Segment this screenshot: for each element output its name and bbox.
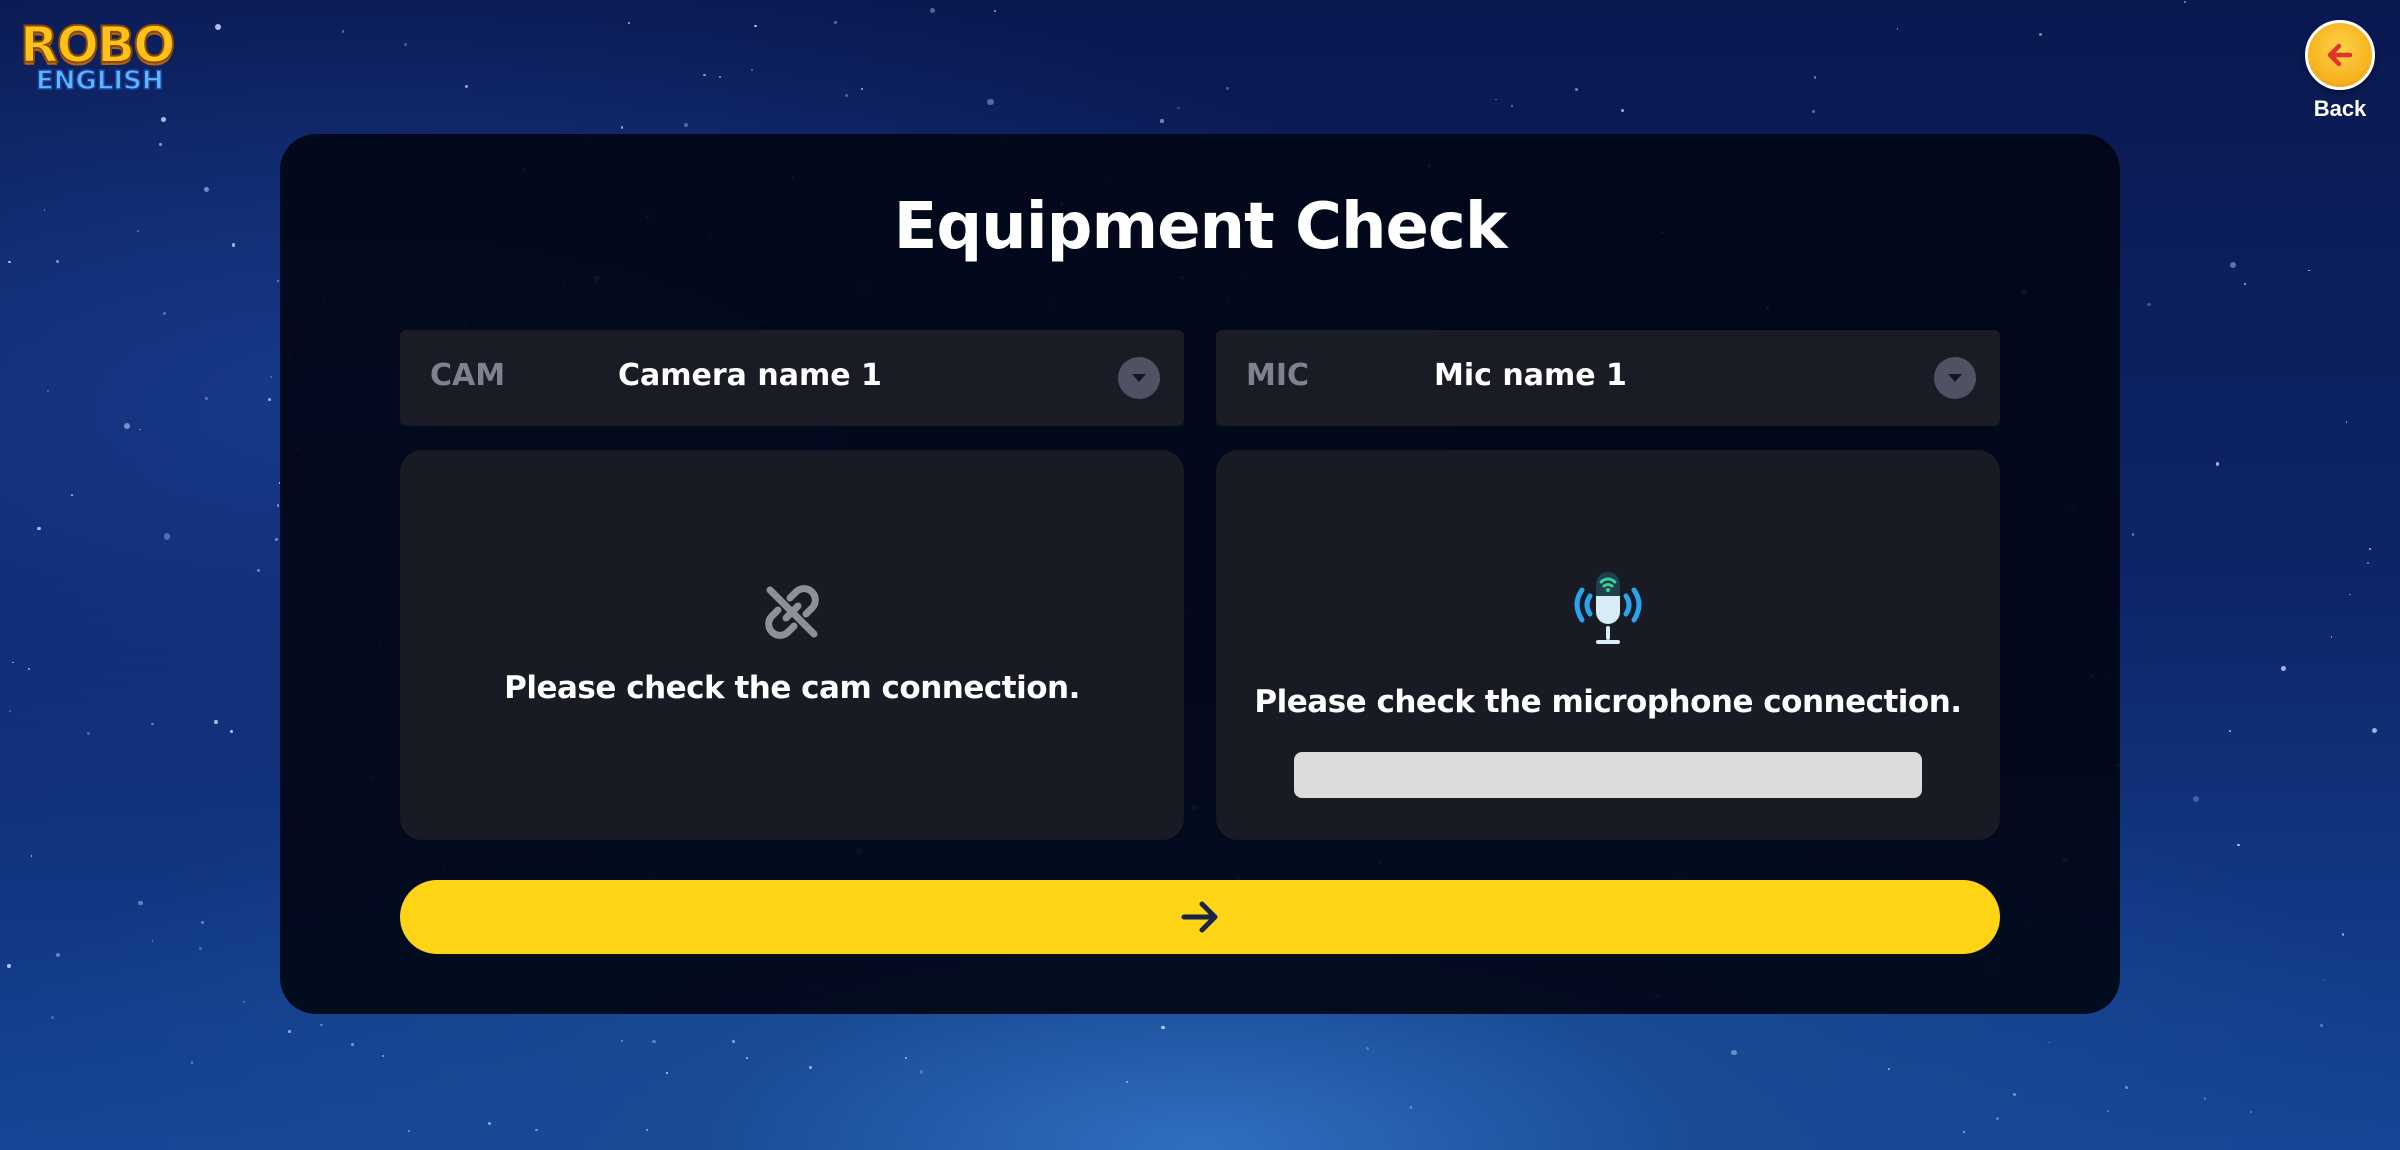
microphone-select-value: Mic name 1 — [1434, 358, 1627, 393]
robo-english-logo: ROBO ENGLISH — [19, 16, 180, 98]
camera-status-message: Please check the cam connection. — [504, 670, 1080, 706]
microphone-icon — [1574, 572, 1642, 644]
link-broken-icon — [765, 585, 819, 639]
logo-text-english: ENGLISH — [35, 65, 164, 97]
next-button[interactable] — [400, 880, 2000, 954]
camera-select-value: Camera name 1 — [618, 358, 882, 393]
chevron-down-icon — [1934, 357, 1976, 399]
logo-text-robo: ROBO — [19, 16, 177, 74]
back-arrow-icon — [2305, 20, 2375, 90]
camera-select-tag: CAM — [430, 358, 506, 393]
microphone-select[interactable]: MIC Mic name 1 — [1216, 330, 2000, 426]
camera-select[interactable]: CAM Camera name 1 — [400, 330, 1184, 426]
equipment-check-panel: Equipment Check CAM Camera name 1 MIC Mi… — [280, 134, 2120, 1014]
camera-preview: Please check the cam connection. — [400, 450, 1184, 840]
page-title: Equipment Check — [893, 190, 1508, 264]
back-label: Back — [2313, 96, 2367, 121]
chevron-down-icon — [1118, 357, 1160, 399]
microphone-preview: Please check the microphone connection. — [1216, 450, 2000, 840]
back-button[interactable]: Back — [2302, 20, 2378, 122]
microphone-level-bar — [1294, 752, 1922, 798]
arrow-right-icon — [1181, 901, 1218, 933]
microphone-status-message: Please check the microphone connection. — [1254, 684, 1962, 720]
microphone-select-tag: MIC — [1246, 358, 1310, 393]
